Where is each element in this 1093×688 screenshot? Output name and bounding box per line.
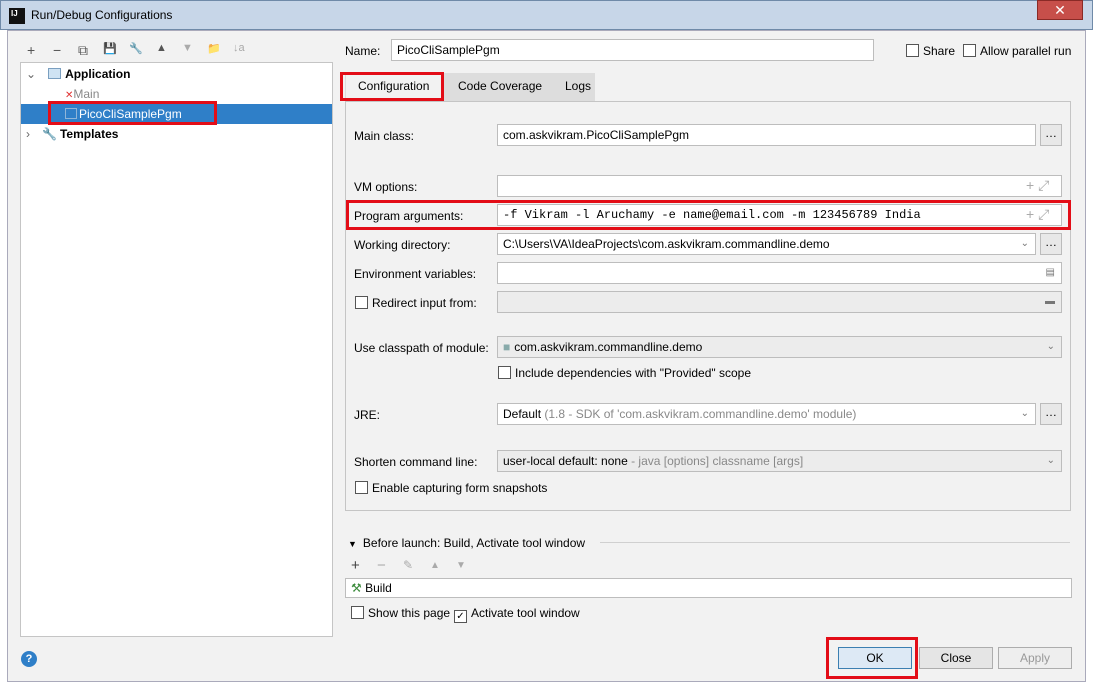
working-directory-dropdown[interactable]: C:\Users\VA\IdeaProjects\com.askvikram.c… [497,233,1036,255]
intellij-icon: IJ [9,8,25,24]
module-folder-icon: ■ [503,340,511,354]
classpath-module-dropdown[interactable]: ■ com.askvikram.commandline.demo ⌄ [497,336,1062,358]
triangle-down-icon: ▼ [348,539,357,549]
before-launch-item-build[interactable]: ⚒ Build [345,578,1072,598]
close-button[interactable]: Close [919,647,993,669]
browse-button[interactable]: … [1040,124,1062,146]
chevron-down-icon: ⌄ [1046,341,1055,352]
save-icon[interactable]: 💾 [103,42,117,55]
name-label: Name: [345,44,381,58]
main-class-label: Main class: [354,129,415,143]
move-up-icon[interactable]: ▲ [430,560,440,571]
parallel-run-checkbox[interactable]: Allow parallel run [963,44,1071,58]
highlight-box [826,637,918,679]
include-dependencies-checkbox[interactable]: Include dependencies with "Provided" sco… [498,366,751,380]
hammer-icon: ⚒ [351,581,362,595]
remove-icon[interactable]: − [377,557,386,574]
folder-icon[interactable]: 📁 [207,42,221,55]
jre-dropdown[interactable]: Default (1.8 - SDK of 'com.askvikram.com… [497,403,1036,425]
highlight-box [340,72,444,101]
highlight-box [48,101,217,125]
wrench-icon[interactable]: 🔧 [129,42,143,55]
name-input[interactable] [391,39,874,61]
tree-item-application[interactable]: ⌄ Application [21,64,332,84]
sort-icon[interactable]: ↓a [233,42,245,54]
browse-button[interactable]: … [1040,233,1062,255]
divider [600,542,1070,543]
apply-button[interactable]: Apply [998,647,1072,669]
chevron-down-icon: ⌄ [1020,408,1029,419]
document-icon[interactable]: ▤ [1046,263,1055,283]
expand-icon[interactable]: + ⤢ [1026,177,1049,194]
environment-variables-label: Environment variables: [354,267,477,281]
activate-tool-window-checkbox[interactable]: ✓ Activate tool window [454,606,580,623]
vm-options-label: VM options: [354,180,418,194]
tab-code-coverage[interactable]: Code Coverage [446,73,554,101]
wrench-icon: 🔧 [42,127,57,141]
shorten-command-line-dropdown[interactable]: user-local default: none - java [options… [497,450,1062,472]
copy-icon[interactable]: ⧉ [78,42,88,59]
edit-icon[interactable]: ✎ [403,558,413,572]
show-this-page-checkbox[interactable]: Show this page [351,606,450,620]
jre-label: JRE: [354,408,381,422]
config-tree: ⌄ Application ✕Main PicoCliSamplePgm › 🔧 Te… [20,62,333,637]
application-icon [48,68,62,79]
move-down-icon[interactable]: ▼ [182,42,193,54]
shorten-command-line-label: Shorten command line: [354,455,478,469]
chevron-down-icon: ⌄ [1020,238,1029,249]
environment-variables-input[interactable]: ▤ [497,262,1062,284]
tab-logs[interactable]: Logs [553,73,603,101]
main-class-input[interactable] [497,124,1036,146]
move-down-icon[interactable]: ▼ [456,560,466,571]
working-directory-label: Working directory: [354,238,451,252]
folder-icon: ▬ [1045,296,1055,307]
enable-snapshots-checkbox[interactable]: Enable capturing form snapshots [355,481,547,495]
share-checkbox[interactable]: Share [906,44,955,58]
redirect-input-field[interactable]: ▬ [497,291,1062,313]
remove-icon[interactable]: − [53,42,61,58]
move-up-icon[interactable]: ▲ [156,42,167,54]
redirect-input-checkbox[interactable]: Redirect input from: [355,296,477,310]
help-button[interactable]: ? [21,651,37,667]
chevron-down-icon: ⌄ [1046,455,1055,466]
before-launch-toggle[interactable]: ▼ Before launch: Build, Activate tool win… [348,536,585,550]
classpath-module-label: Use classpath of module: [354,341,489,355]
window-close-button[interactable]: ✕ [1037,0,1083,20]
add-icon[interactable]: + [351,557,360,574]
vm-options-input[interactable] [497,175,1062,197]
browse-button[interactable]: … [1040,403,1062,425]
window-title: Run/Debug Configurations [31,8,173,22]
add-icon[interactable]: + [27,42,35,58]
highlight-box [346,200,1071,230]
title-bar: IJ Run/Debug Configurations [0,0,1093,30]
tree-item-templates[interactable]: › 🔧 Templates [21,124,332,144]
